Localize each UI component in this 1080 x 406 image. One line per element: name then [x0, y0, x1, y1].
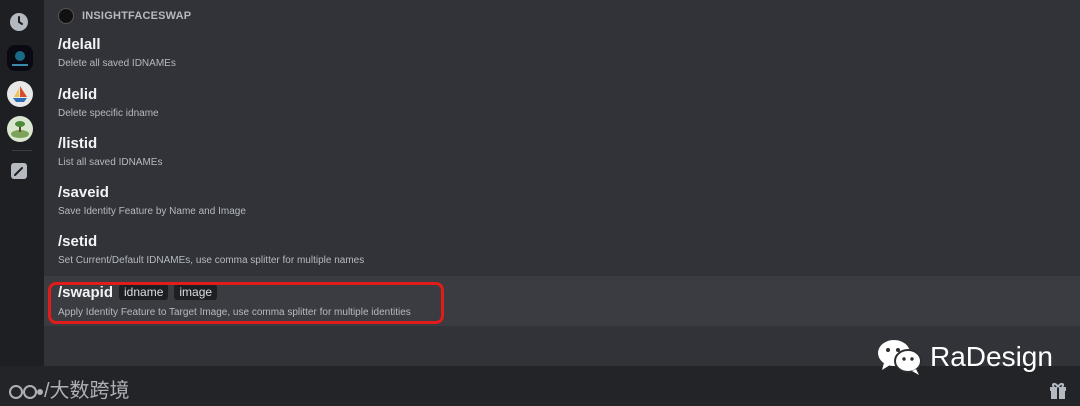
watermark-right-text: RaDesign	[930, 341, 1053, 372]
command-item-delall[interactable]: /delall Delete all saved IDNAMEs	[44, 36, 1080, 84]
rail-divider	[12, 150, 32, 151]
server-icon-boat[interactable]	[7, 81, 33, 107]
server-icon-island[interactable]	[7, 116, 33, 142]
command-name: /listid	[58, 135, 98, 152]
server-rail	[0, 0, 44, 406]
edit-icon[interactable]	[11, 163, 27, 179]
bot-avatar	[58, 8, 74, 24]
command-desc: Save Identity Feature by Name and Image	[58, 206, 246, 217]
command-name: /saveid	[58, 184, 109, 201]
command-item-listid[interactable]: /listid List all saved IDNAMEs	[44, 135, 1080, 183]
watermark-left: /大数跨境	[8, 374, 130, 403]
clock-icon[interactable]	[9, 12, 29, 32]
command-desc: List all saved IDNAMEs	[58, 157, 163, 168]
wechat-icon	[878, 340, 922, 375]
bot-name: INSIGHTFACESWAP	[82, 10, 192, 22]
command-desc: Delete all saved IDNAMEs	[58, 58, 176, 69]
command-desc: Set Current/Default IDNAMEs, use comma s…	[58, 255, 365, 266]
command-item-delid[interactable]: /delid Delete specific idname	[44, 86, 1080, 134]
command-item-setid[interactable]: /setid Set Current/Default IDNAMEs, use …	[44, 233, 1080, 281]
highlight-box	[48, 282, 444, 324]
gift-icon[interactable]	[1048, 380, 1068, 400]
watermark-left-text: /大数跨境	[44, 380, 130, 402]
bot-header: INSIGHTFACESWAP	[58, 8, 191, 24]
command-desc: Delete specific idname	[58, 108, 159, 119]
command-name: /setid	[58, 233, 98, 250]
watermark-logo-icon	[9, 384, 43, 399]
command-name: /delall	[58, 36, 101, 53]
command-name: /delid	[58, 86, 98, 103]
server-icon-insightface[interactable]	[7, 45, 33, 71]
command-item-saveid[interactable]: /saveid Save Identity Feature by Name an…	[44, 184, 1080, 232]
watermark-right: RaDesign	[876, 337, 1053, 377]
